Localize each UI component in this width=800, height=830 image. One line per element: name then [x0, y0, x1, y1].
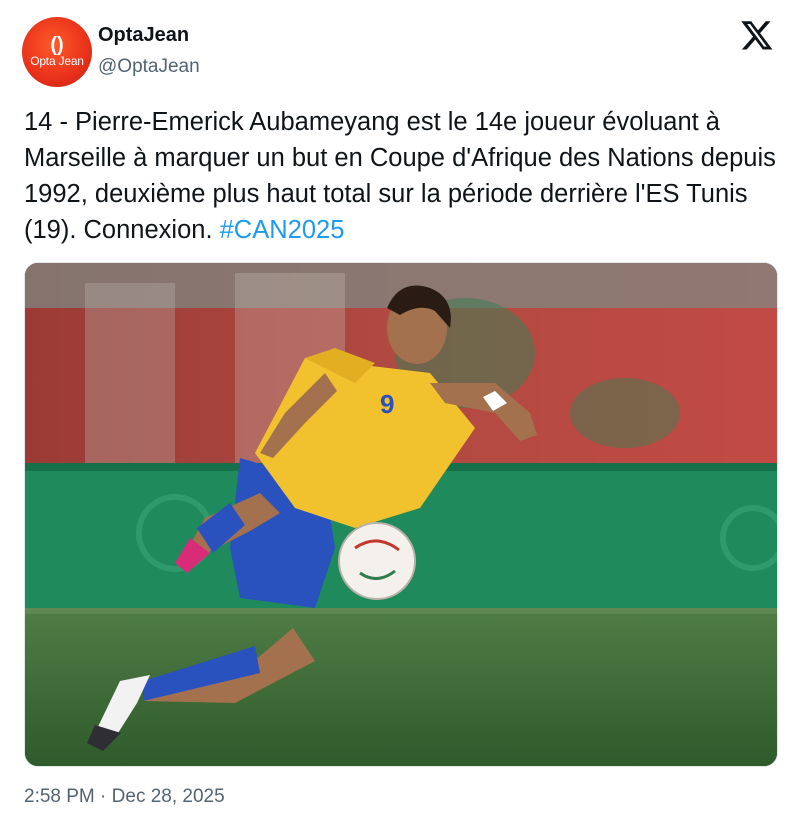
football-photo: 9 [25, 263, 777, 766]
jersey-number: 9 [380, 389, 394, 419]
avatar[interactable]: () Opta Jean [22, 17, 92, 87]
tweet-photo[interactable]: 9 [24, 262, 778, 767]
tweet-timestamp[interactable]: 2:58 PM · Dec 28, 2025 [24, 786, 225, 808]
tweet-time: 2:58 PM [24, 786, 95, 807]
avatar-logo-text: Opta Jean [30, 54, 84, 68]
user-handle[interactable]: @OptaJean [98, 56, 200, 78]
tweet-date: Dec 28, 2025 [111, 786, 225, 807]
timestamp-separator: · [100, 786, 107, 807]
tweet-text: 14 - Pierre-Emerick Aubameyang est le 14… [24, 104, 779, 248]
display-name[interactable]: OptaJean [98, 24, 189, 47]
x-logo-icon[interactable] [740, 18, 774, 52]
opta-logo-icon: () [50, 34, 64, 56]
hashtag-link[interactable]: #CAN2025 [220, 216, 345, 244]
tweet-body: 14 - Pierre-Emerick Aubameyang est le 14… [24, 108, 776, 244]
